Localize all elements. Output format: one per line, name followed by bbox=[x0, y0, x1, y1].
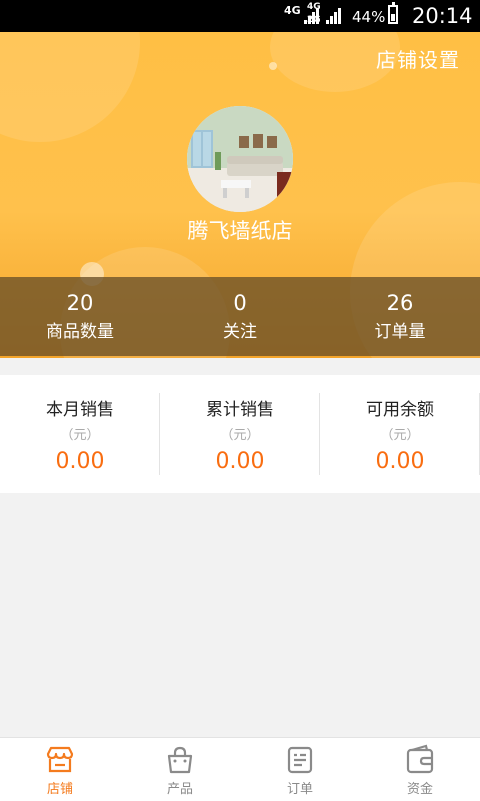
tab-label: 产品 bbox=[166, 782, 193, 797]
sale-total[interactable]: 累计销售 （元） 0.00 bbox=[160, 375, 320, 493]
stat-label: 商品数量 bbox=[46, 322, 114, 342]
network-type-label-2: 4G bbox=[307, 2, 321, 12]
store-settings-link[interactable]: 店铺设置 bbox=[376, 44, 460, 73]
store-icon bbox=[46, 746, 74, 773]
store-stats: 20 商品数量 0 关注 26 订单量 bbox=[0, 277, 480, 356]
tab-orders[interactable]: 订单 bbox=[240, 738, 360, 801]
decorative-dot bbox=[269, 62, 277, 70]
sale-amount: 0.00 bbox=[215, 449, 265, 474]
bottom-tab-bar: 店铺 产品 订单 资金 bbox=[0, 737, 480, 801]
stat-followers[interactable]: 0 关注 bbox=[160, 277, 320, 356]
order-list-icon bbox=[287, 746, 313, 774]
store-name: 腾飞墙纸店 bbox=[187, 219, 293, 243]
stat-value: 0 bbox=[233, 291, 247, 315]
tab-products[interactable]: 产品 bbox=[120, 738, 240, 801]
tab-label: 资金 bbox=[406, 782, 433, 797]
tab-store[interactable]: 店铺 bbox=[0, 738, 120, 801]
sale-amount: 0.00 bbox=[375, 449, 425, 474]
sales-summary: 本月销售 （元） 0.00 累计销售 （元） 0.00 可用余额 （元） 0.0… bbox=[0, 375, 480, 493]
sale-monthly[interactable]: 本月销售 （元） 0.00 bbox=[0, 375, 160, 493]
stat-label: 关注 bbox=[223, 322, 257, 342]
tab-funds[interactable]: 资金 bbox=[360, 738, 480, 801]
signal-strength-icon-2 bbox=[326, 6, 341, 24]
sale-title: 本月销售 bbox=[46, 400, 114, 420]
stat-product-count[interactable]: 20 商品数量 bbox=[0, 277, 160, 356]
status-bar: 4G 4G 2G 44% 20:14 bbox=[0, 0, 480, 32]
tab-label: 店铺 bbox=[46, 782, 73, 797]
sale-title: 可用余额 bbox=[366, 400, 434, 420]
sale-amount: 0.00 bbox=[55, 449, 105, 474]
battery-percent: 44% bbox=[352, 8, 386, 26]
sale-unit: （元） bbox=[220, 428, 260, 443]
sale-title: 累计销售 bbox=[206, 400, 274, 420]
network-type-label-3: 2G bbox=[307, 15, 321, 25]
clock: 20:14 bbox=[412, 4, 473, 28]
stat-order-count[interactable]: 26 订单量 bbox=[320, 277, 480, 356]
store-avatar[interactable] bbox=[187, 106, 293, 212]
bag-icon bbox=[167, 746, 193, 774]
tab-label: 订单 bbox=[286, 782, 313, 797]
wallet-icon bbox=[406, 744, 434, 774]
decorative-bubble bbox=[0, 32, 140, 142]
living-room-photo bbox=[187, 106, 293, 212]
stat-label: 订单量 bbox=[374, 322, 426, 342]
network-type-label: 4G bbox=[284, 4, 301, 17]
battery-icon bbox=[388, 2, 398, 24]
stat-value: 26 bbox=[386, 291, 414, 315]
stat-value: 20 bbox=[66, 291, 94, 315]
sale-unit: （元） bbox=[60, 428, 100, 443]
sale-available-balance[interactable]: 可用余额 （元） 0.00 bbox=[320, 375, 480, 493]
store-header: 店铺设置 腾飞墙纸店 20 商品数量 0 关注 26 订单量 bbox=[0, 32, 480, 358]
sale-unit: （元） bbox=[380, 428, 420, 443]
